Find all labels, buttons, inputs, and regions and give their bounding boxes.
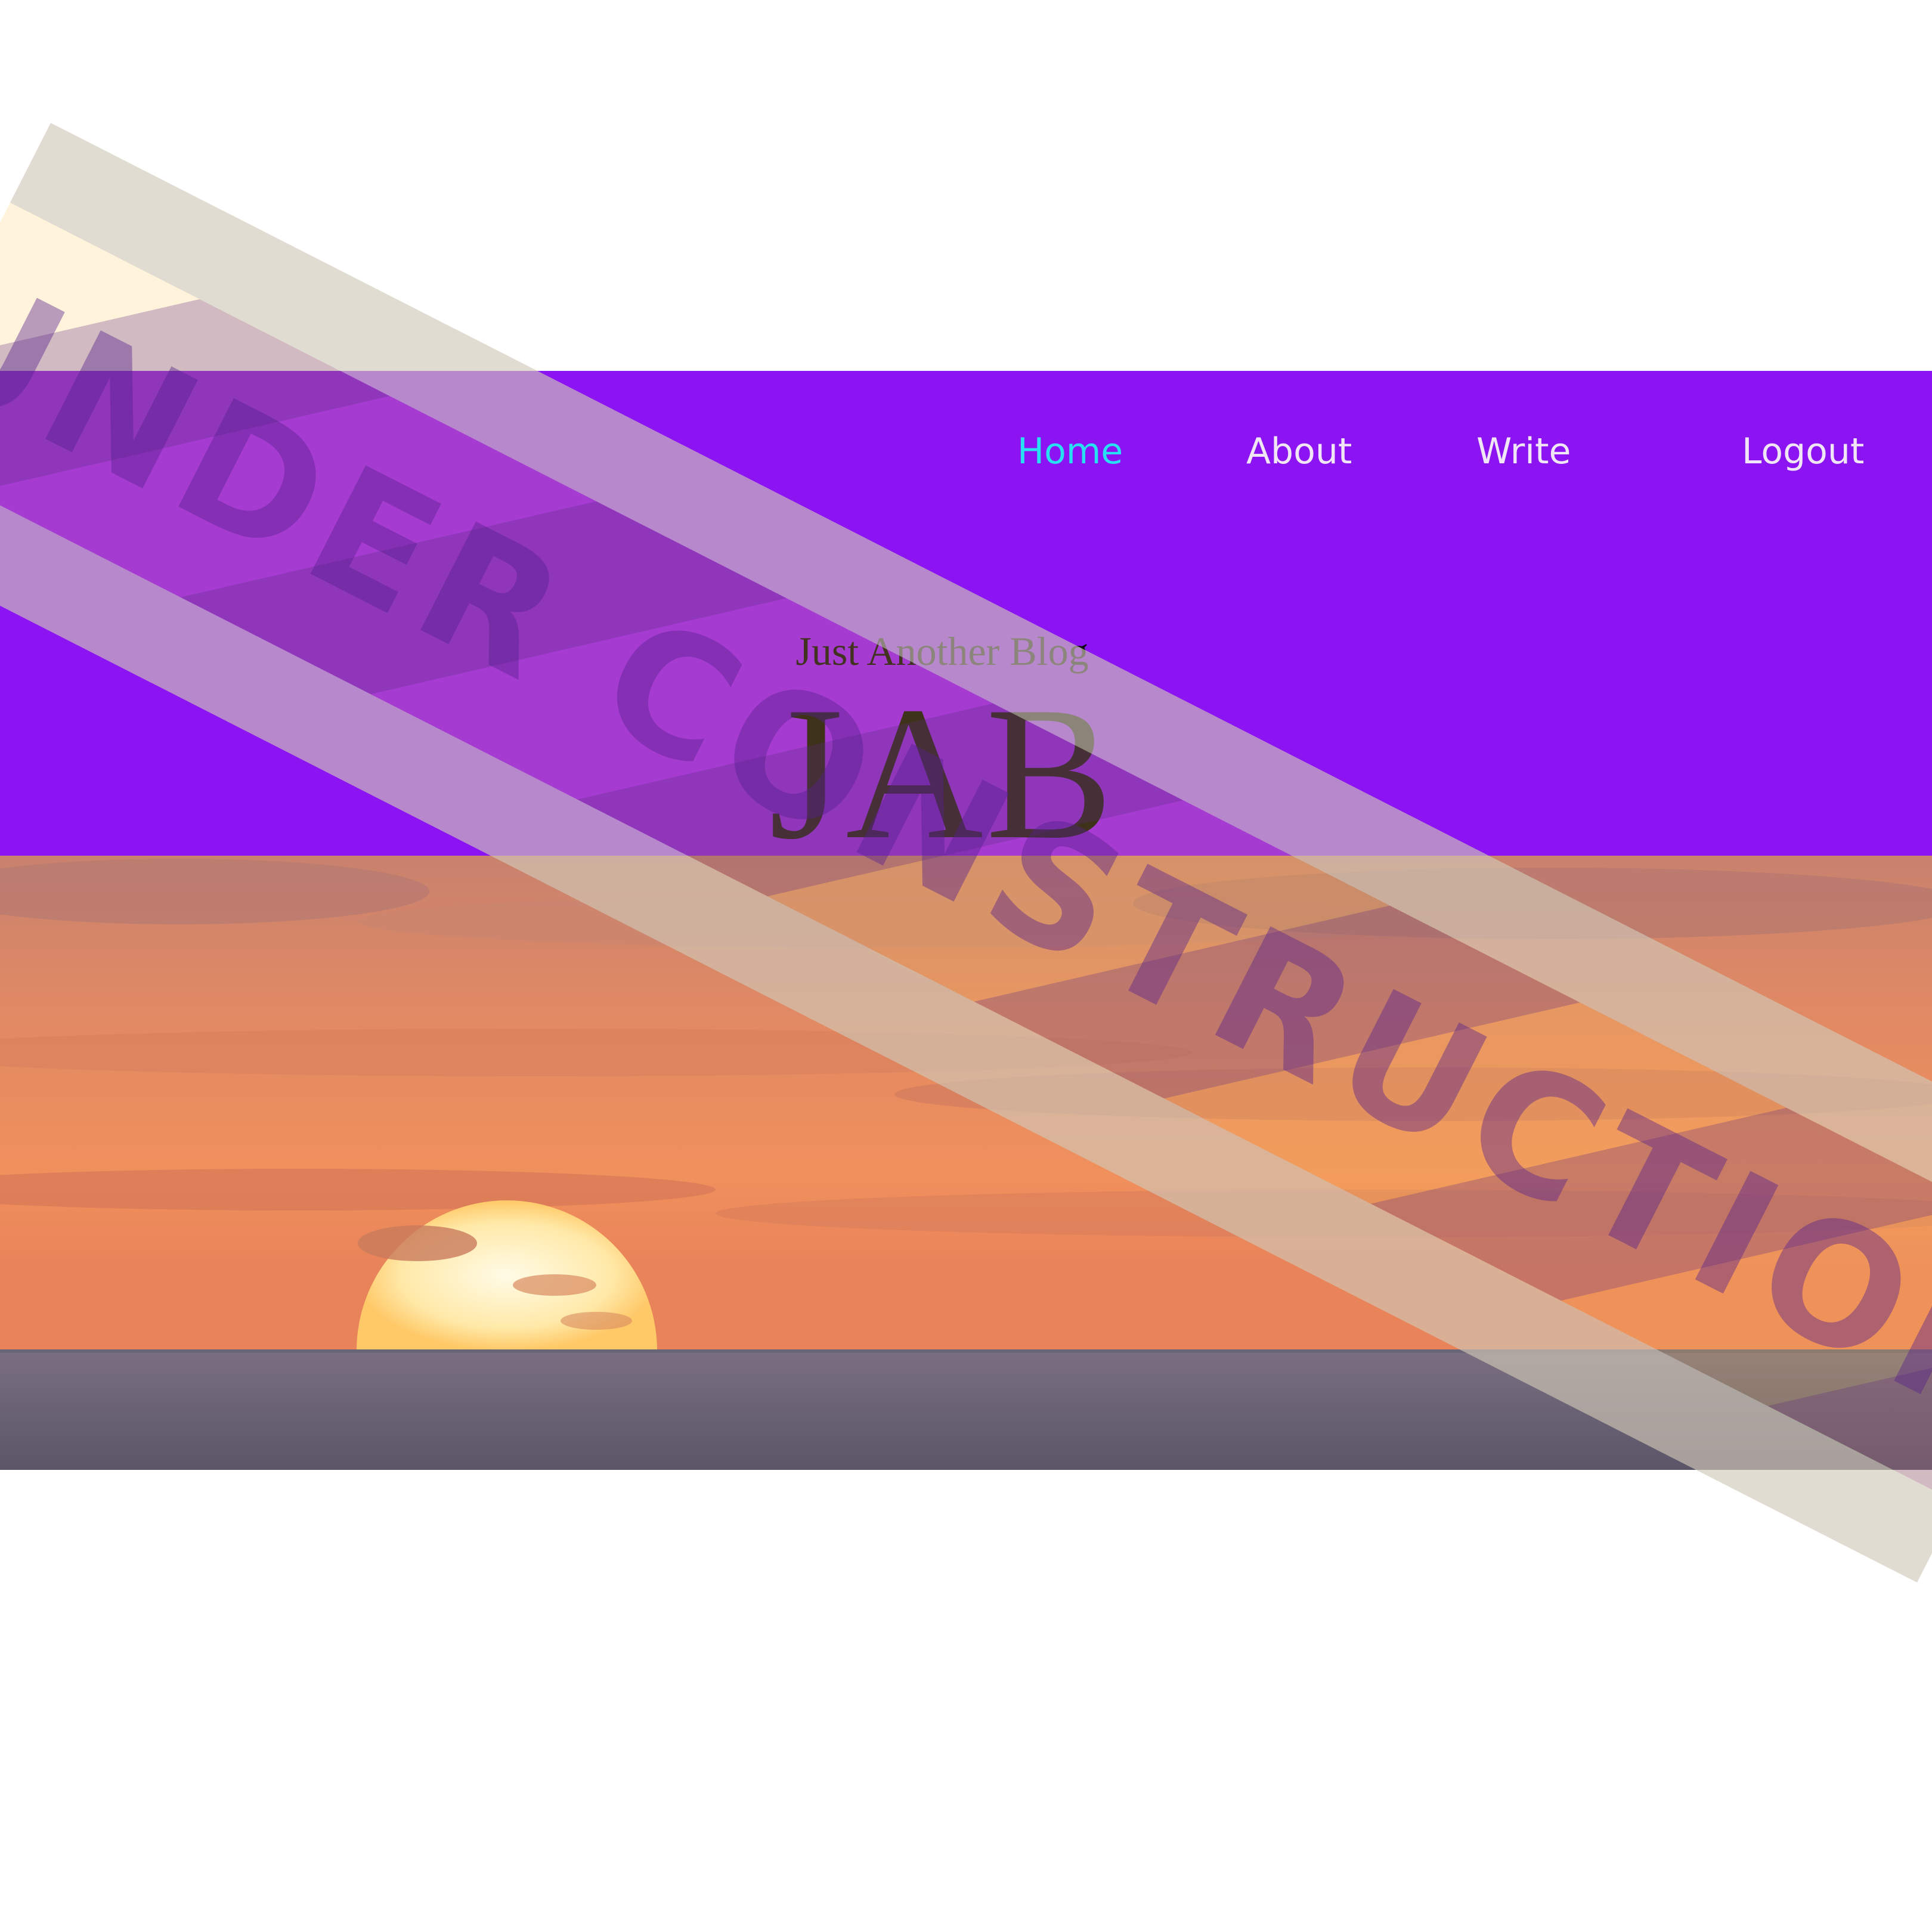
nav-about-link[interactable]: About — [1246, 431, 1352, 472]
sunset-image — [0, 856, 1932, 1470]
nav-logout-link[interactable]: Logout — [1742, 431, 1864, 472]
top-nav: Home About Write Logout — [0, 371, 1932, 490]
page: Home About Write Logout Just Another Blo… — [0, 0, 1932, 1932]
nav-home-link[interactable]: Home — [1017, 431, 1123, 472]
site-title: JAB — [769, 668, 1116, 879]
site-header: Home About Write Logout Just Another Blo… — [0, 371, 1932, 869]
hero-sunset-image — [0, 856, 1932, 1470]
nav-write-link[interactable]: Write — [1476, 431, 1571, 472]
